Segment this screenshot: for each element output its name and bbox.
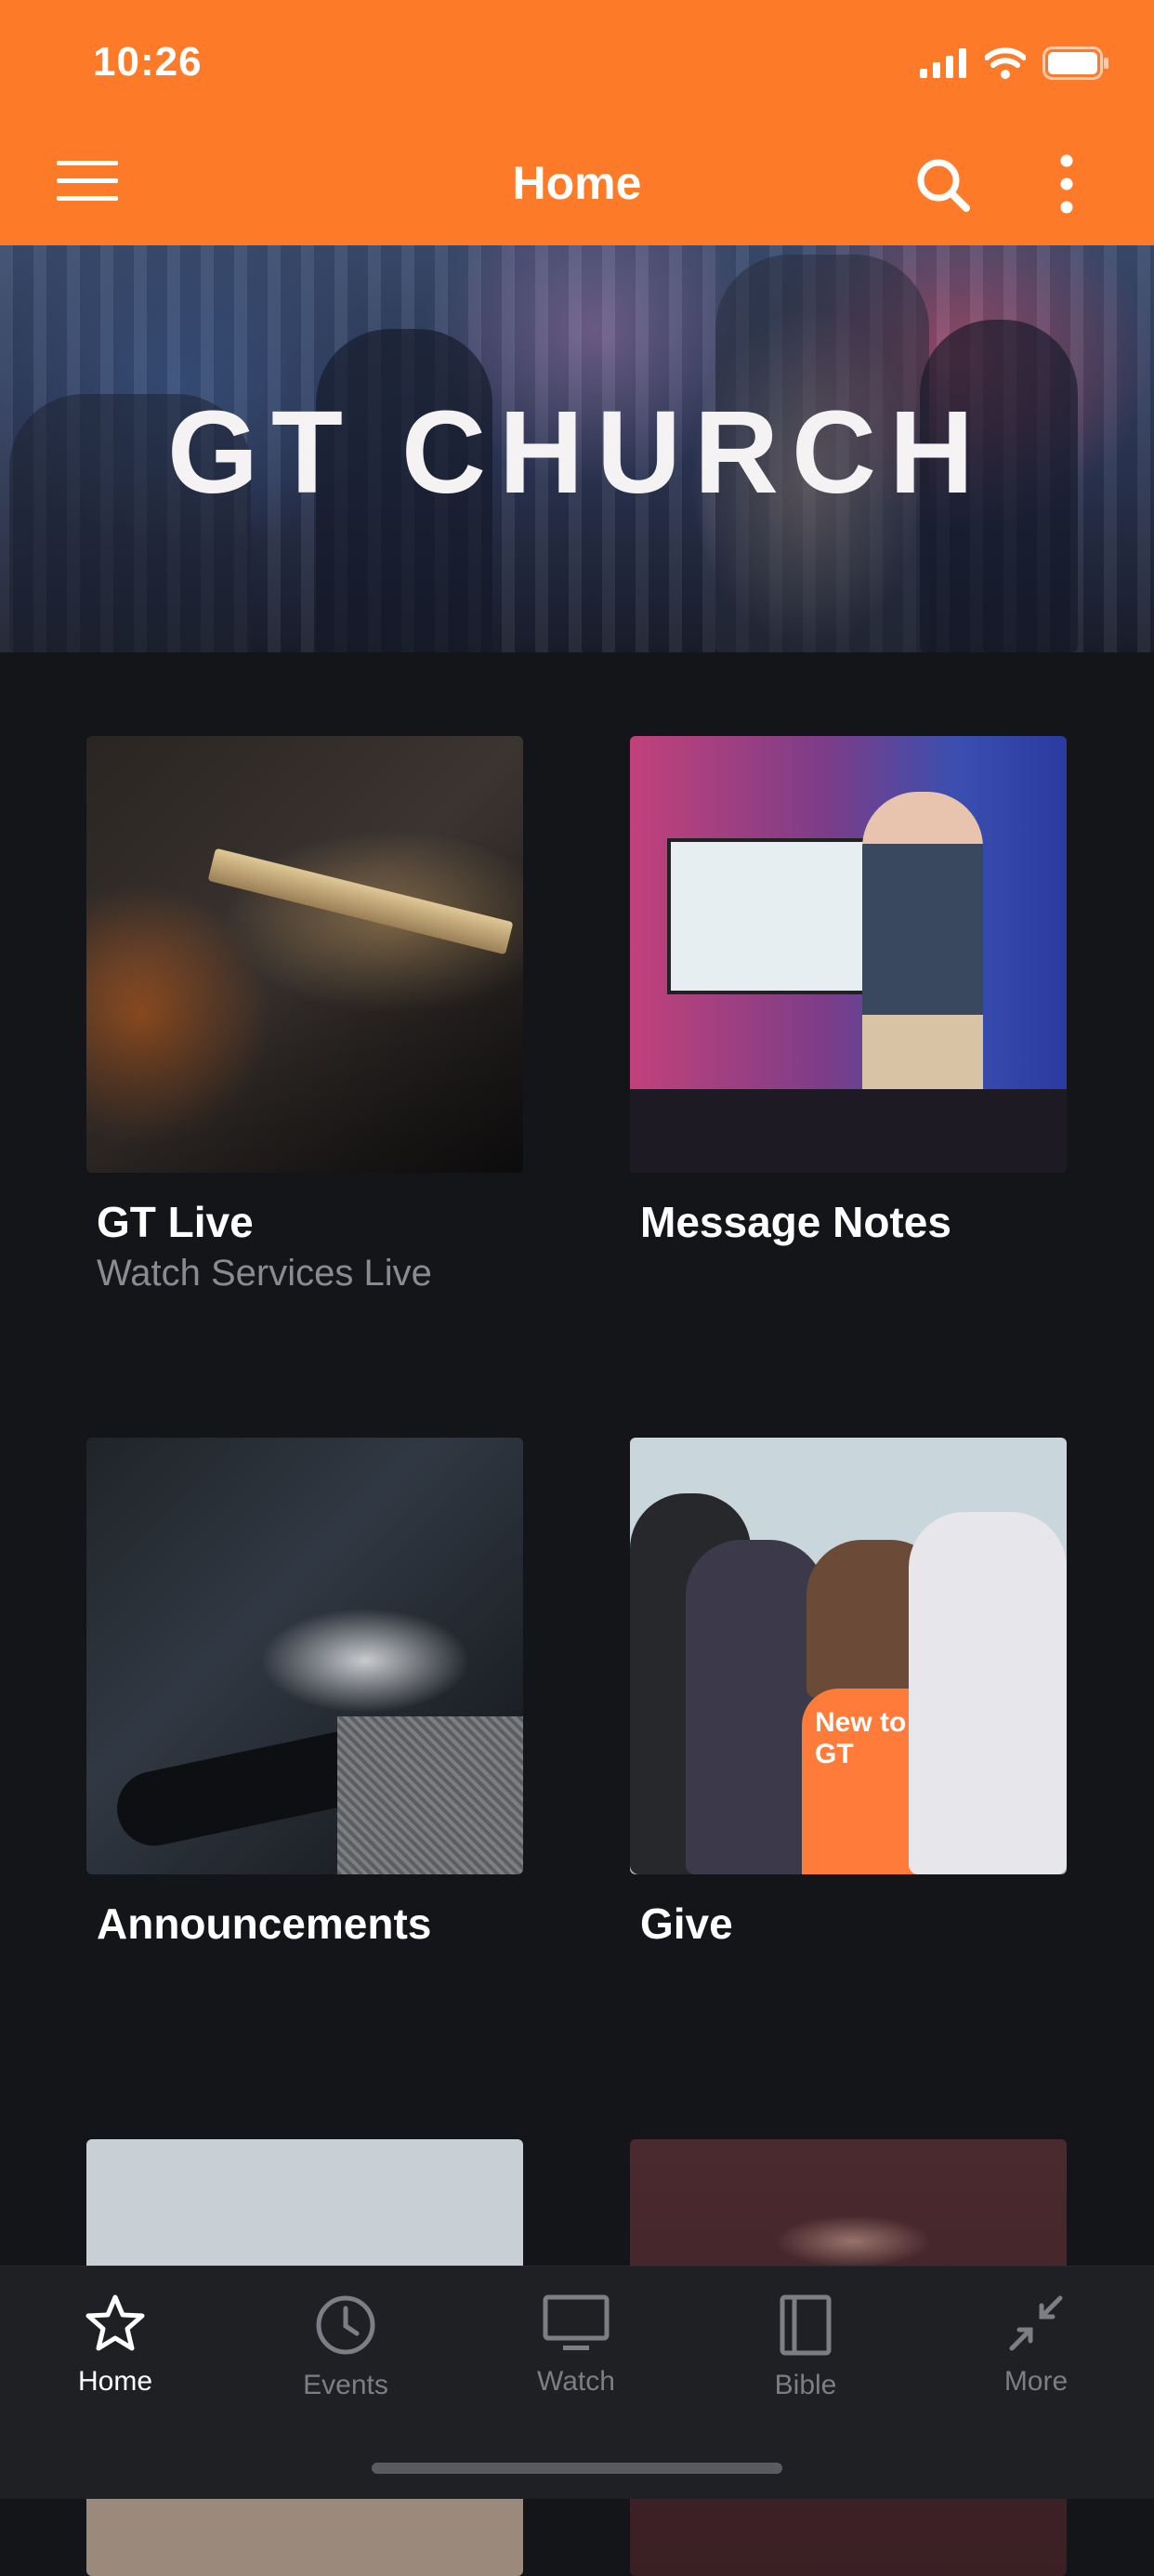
star-icon <box>85 2294 145 2351</box>
tab-label: Bible <box>774 2370 837 2400</box>
give-image: New to GT <box>630 1438 1067 1874</box>
skirt-shape <box>337 1716 523 1874</box>
guitar-neck-shape <box>207 848 514 955</box>
tab-events[interactable]: Events <box>253 2294 439 2401</box>
tab-label: Events <box>303 2370 388 2400</box>
card-title: GT Live <box>97 1198 254 1246</box>
app-header: 10:26 Home <box>0 0 1154 245</box>
card-gt-live[interactable]: GT Live Watch Services Live <box>86 736 523 1295</box>
monitor-icon <box>543 2294 610 2350</box>
tab-bible[interactable]: Bible <box>713 2294 898 2401</box>
card-title: Give <box>640 1899 733 1948</box>
announcements-image <box>86 1438 523 1874</box>
card-announcements[interactable]: Announcements <box>86 1438 523 1949</box>
message-notes-image <box>630 736 1067 1173</box>
card-title: Message Notes <box>640 1198 951 1246</box>
church-banner: GT CHURCH <box>0 245 1154 652</box>
person-figure <box>909 1512 1067 1874</box>
signal-icon <box>920 48 966 78</box>
status-icons <box>920 45 1109 82</box>
clock-icon <box>316 2295 375 2355</box>
stage-floor-shape <box>630 1089 1067 1173</box>
tab-label: Watch <box>537 2366 615 2397</box>
overflow-menu-button[interactable] <box>1050 152 1083 216</box>
wifi-icon <box>985 47 1026 79</box>
card-give[interactable]: New to GT Give <box>630 1438 1067 1949</box>
tab-label: More <box>1003 2366 1069 2397</box>
book-icon <box>780 2294 832 2356</box>
status-time: 10:26 <box>93 39 203 85</box>
tab-more[interactable]: More <box>943 2294 1129 2398</box>
tab-label: Home <box>77 2366 153 2397</box>
card-title: Announcements <box>97 1899 432 1948</box>
more-vertical-icon <box>1060 154 1073 214</box>
tab-watch[interactable]: Watch <box>483 2294 669 2398</box>
search-icon <box>917 159 970 212</box>
battery-icon <box>1043 46 1108 80</box>
home-indicator[interactable] <box>372 2463 782 2474</box>
tab-home[interactable]: Home <box>22 2294 208 2398</box>
gt-live-image <box>86 736 523 1173</box>
card-subtitle: Watch Services Live <box>97 1253 432 1294</box>
collapse-arrows-icon <box>1009 2295 1063 2351</box>
card-message-notes[interactable]: Message Notes <box>630 736 1067 1247</box>
banner-title: GT CHURCH <box>167 387 987 518</box>
search-button[interactable] <box>914 156 972 214</box>
stage-screen-shape <box>667 838 870 994</box>
page-title: Home <box>512 157 642 209</box>
